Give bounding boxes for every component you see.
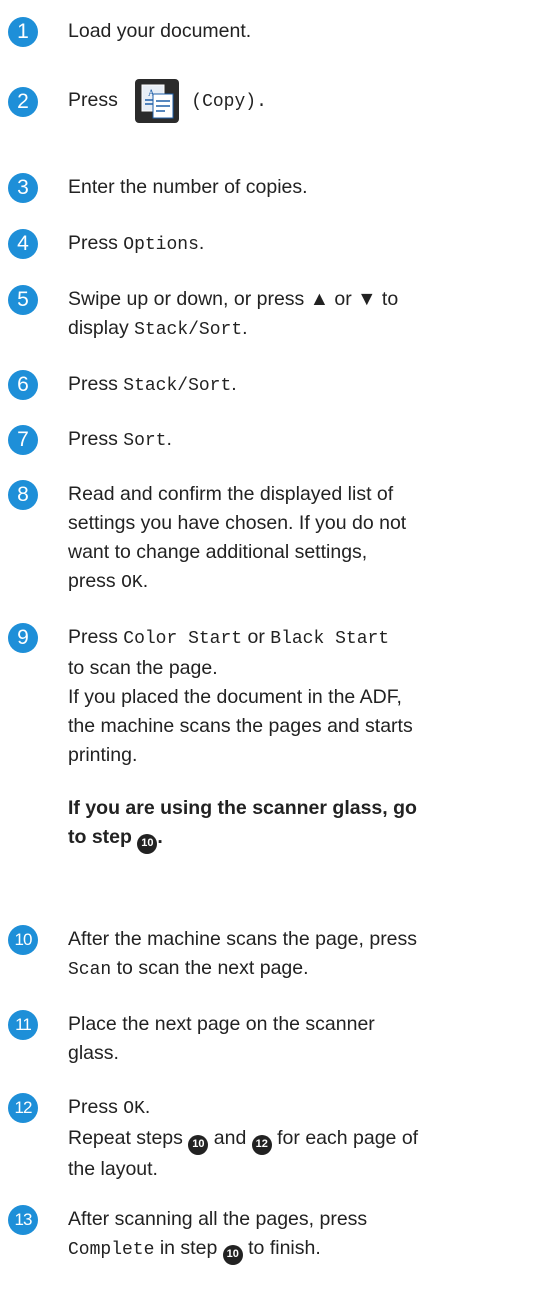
step-text-part: and xyxy=(213,1127,247,1149)
step-number: 7 xyxy=(8,425,38,455)
step-text: Press Color Start or Black Start to scan… xyxy=(68,623,530,854)
ui-label: OK xyxy=(121,573,143,593)
step-text: Press Options. xyxy=(68,229,530,260)
step-text: Press OK. Repeat steps 10 and 12 for eac… xyxy=(68,1093,530,1184)
step-text-line: Press OK. xyxy=(68,1093,530,1124)
step-text-line: Swipe up or down, or press ▲ or ▼ to xyxy=(68,288,399,310)
step-number: 4 xyxy=(8,229,38,259)
step-number: 10 xyxy=(8,925,38,955)
ui-label: Options xyxy=(123,235,199,255)
step-text-part: or xyxy=(242,626,271,648)
step-number: 3 xyxy=(8,173,38,203)
step-ref-icon: 10 xyxy=(188,1134,209,1155)
step-text-line: printing. xyxy=(68,744,138,766)
step-text-part: for each page of xyxy=(277,1127,419,1149)
ui-label: Color Start xyxy=(123,629,243,649)
step-text-line: Place the next page on the scanner xyxy=(68,1013,375,1035)
step-text: Press Sort. xyxy=(68,425,530,456)
step-text-line: Load your document. xyxy=(68,20,252,42)
ui-label: Complete xyxy=(68,1240,155,1260)
step-text-line: After the machine scans the page, press xyxy=(68,928,418,950)
step-number: 1 xyxy=(8,17,38,47)
press-label: Press xyxy=(68,89,118,112)
step-text-line: settings you have chosen. If you do not xyxy=(68,512,407,534)
step-text: Press Stack/Sort. xyxy=(68,370,530,401)
step-text: After scanning all the pages, press Comp… xyxy=(68,1205,530,1265)
step-text-part: Repeat steps xyxy=(68,1127,183,1149)
note-line: If you are using the scanner glass, go xyxy=(68,797,417,819)
step-ref-icon: 10 xyxy=(222,1244,243,1265)
step-number: 12 xyxy=(8,1093,38,1123)
step-text-line: If you placed the document in the ADF, xyxy=(68,686,402,708)
step-text-part: press xyxy=(68,570,122,592)
step-number: 11 xyxy=(8,1010,38,1040)
step-text-end: to finish. xyxy=(242,1237,321,1259)
step-text-end: . xyxy=(142,570,149,592)
step-text-line: Press xyxy=(68,232,124,254)
step-text: Enter the number of copies. xyxy=(68,173,530,202)
step-text-line: Press Color Start or Black Start xyxy=(68,623,530,654)
step-text-end: . xyxy=(198,232,205,254)
step-text-line: glass. xyxy=(68,1042,119,1064)
step-text: Swipe up or down, or press ▲ or ▼ to dis… xyxy=(68,285,530,345)
step-text-end: . xyxy=(242,317,248,339)
ui-label: Sort xyxy=(123,431,167,451)
step-text-part: in step xyxy=(154,1237,218,1259)
step-number: 13 xyxy=(8,1205,38,1235)
step-text: Press A (Copy). xyxy=(68,79,530,123)
step-number: 8 xyxy=(8,480,38,510)
step-number: 6 xyxy=(8,370,38,400)
step-text: Read and confirm the displayed list of s… xyxy=(68,480,530,598)
step-text-line: press OK. xyxy=(68,567,530,598)
ui-label: OK xyxy=(123,1099,145,1119)
note-line: to step 10. xyxy=(68,823,530,854)
step-text-end: . xyxy=(166,428,172,450)
step-text-part: display xyxy=(68,317,135,339)
step-number: 5 xyxy=(8,285,38,315)
step-text-line: want to change additional settings, xyxy=(68,541,368,563)
step-number: 2 xyxy=(8,87,38,117)
step-text-line: Press xyxy=(68,373,124,395)
step-text-line: Complete in step 10 to finish. xyxy=(68,1234,530,1265)
step-text-part: Press xyxy=(68,626,124,648)
step-text: After the machine scans the page, press … xyxy=(68,925,530,985)
step-text-line: Press xyxy=(68,428,124,450)
step-text-end: . xyxy=(144,1096,151,1118)
step-text: Load your document. xyxy=(68,17,530,46)
step-ref-icon: 10 xyxy=(137,833,158,854)
ui-label: Black Start xyxy=(270,629,390,649)
step-text-line: Read and confirm the displayed list of xyxy=(68,483,394,505)
ui-label: Stack/Sort xyxy=(134,320,243,340)
step-text-part: Press xyxy=(68,1096,124,1118)
copy-icon: A xyxy=(135,79,180,123)
step-text-end: . xyxy=(231,373,237,395)
note-text: to step xyxy=(68,826,132,848)
copy-label: (Copy). xyxy=(191,92,267,113)
step-text-line: After scanning all the pages, press xyxy=(68,1208,368,1230)
step-text-line: to scan the page. xyxy=(68,657,218,679)
step-text: Place the next page on the scanner glass… xyxy=(68,1010,530,1068)
step-text-line: Repeat steps 10 and 12 for each page of xyxy=(68,1124,530,1155)
ui-label: Scan xyxy=(68,960,112,980)
step-text-line: the machine scans the pages and starts xyxy=(68,715,413,737)
step-number: 9 xyxy=(8,623,38,653)
step-text-line: Enter the number of copies. xyxy=(68,176,308,198)
note-end: . xyxy=(157,826,163,848)
step-text-end: to scan the next page. xyxy=(111,957,309,979)
step-text-line: the layout. xyxy=(68,1157,158,1180)
step-text-line: Scan to scan the next page. xyxy=(68,954,530,985)
ui-label: Stack/Sort xyxy=(123,376,232,396)
step-text-line: display Stack/Sort. xyxy=(68,314,530,345)
step-ref-icon: 12 xyxy=(251,1134,272,1155)
